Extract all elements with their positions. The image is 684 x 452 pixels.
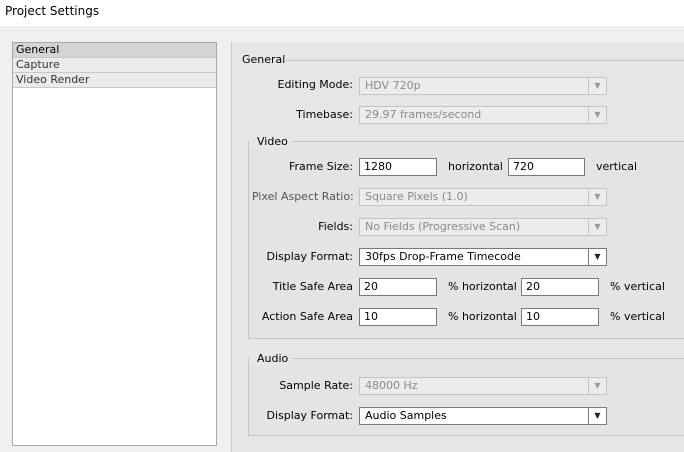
- sample-rate-label: Sample Rate:: [279, 379, 353, 392]
- frame-height-unit: vertical: [596, 160, 638, 173]
- audio-group: Audio Sample Rate: 48000 Hz ▼ Display Fo…: [248, 352, 684, 436]
- audio-heading: Audio: [249, 352, 293, 365]
- title-bar: Project Settings: [0, 0, 684, 26]
- frame-width-input[interactable]: 1280: [359, 158, 437, 176]
- chevron-down-icon: ▼: [588, 408, 606, 424]
- editing-mode-label: Editing Mode:: [277, 78, 354, 91]
- settings-nav-list: General Capture Video Render: [12, 42, 217, 446]
- window-title: Project Settings: [5, 4, 100, 18]
- chevron-down-icon: ▼: [588, 189, 606, 205]
- pixel-aspect-ratio-value: Square Pixels (1.0): [365, 190, 468, 203]
- general-divider: [286, 60, 684, 61]
- action-safe-horizontal-unit: % horizontal: [448, 310, 517, 323]
- sample-rate-select[interactable]: 48000 Hz ▼: [359, 377, 607, 395]
- title-safe-vertical-unit: % vertical: [610, 280, 665, 293]
- fields-value: No Fields (Progressive Scan): [365, 220, 521, 233]
- title-safe-horizontal-unit: % horizontal: [448, 280, 517, 293]
- frame-width-unit: horizontal: [448, 160, 503, 173]
- chevron-down-icon: ▼: [588, 219, 606, 235]
- audio-display-format-label: Display Format:: [266, 409, 353, 422]
- action-safe-vertical-unit: % vertical: [610, 310, 665, 323]
- nav-item-video-render[interactable]: Video Render: [13, 73, 216, 88]
- action-safe-horizontal-input[interactable]: 10: [359, 308, 437, 326]
- frame-height-input[interactable]: 720: [508, 158, 585, 176]
- timebase-value: 29.97 frames/second: [365, 108, 482, 121]
- fields-label: Fields:: [318, 220, 353, 233]
- chevron-down-icon: ▼: [588, 249, 606, 265]
- editing-mode-select[interactable]: HDV 720p ▼: [359, 77, 607, 95]
- title-safe-label: Title Safe Area: [272, 280, 353, 293]
- video-display-format-label: Display Format:: [266, 250, 353, 263]
- audio-display-format-value: Audio Samples: [365, 409, 447, 422]
- title-safe-horizontal-input[interactable]: 20: [359, 278, 437, 296]
- sample-rate-value: 48000 Hz: [365, 379, 418, 392]
- fields-select[interactable]: No Fields (Progressive Scan) ▼: [359, 218, 607, 236]
- audio-display-format-select[interactable]: Audio Samples ▼: [359, 407, 607, 425]
- timebase-label: Timebase:: [296, 108, 353, 121]
- video-group: Video Frame Size: 1280 horizontal 720 ve…: [248, 135, 684, 339]
- chevron-down-icon: ▼: [588, 378, 606, 394]
- timebase-select[interactable]: 29.97 frames/second ▼: [359, 106, 607, 124]
- editing-mode-value: HDV 720p: [365, 79, 421, 92]
- video-heading: Video: [249, 135, 292, 148]
- nav-item-capture[interactable]: Capture: [13, 58, 216, 73]
- nav-item-general[interactable]: General: [13, 43, 216, 58]
- action-safe-vertical-input[interactable]: 10: [521, 308, 599, 326]
- chevron-down-icon: ▼: [588, 78, 606, 94]
- frame-size-label: Frame Size:: [288, 160, 353, 173]
- title-safe-vertical-input[interactable]: 20: [521, 278, 599, 296]
- video-display-format-value: 30fps Drop-Frame Timecode: [365, 250, 521, 263]
- settings-panel: General Editing Mode: HDV 720p ▼ Timebas…: [231, 42, 684, 452]
- general-heading: General: [242, 53, 286, 66]
- pixel-aspect-ratio-label: Pixel Aspect Ratio:: [252, 190, 354, 203]
- chevron-down-icon: ▼: [588, 107, 606, 123]
- pixel-aspect-ratio-select[interactable]: Square Pixels (1.0) ▼: [359, 188, 607, 206]
- video-display-format-select[interactable]: 30fps Drop-Frame Timecode ▼: [359, 248, 607, 266]
- action-safe-label: Action Safe Area: [261, 310, 353, 323]
